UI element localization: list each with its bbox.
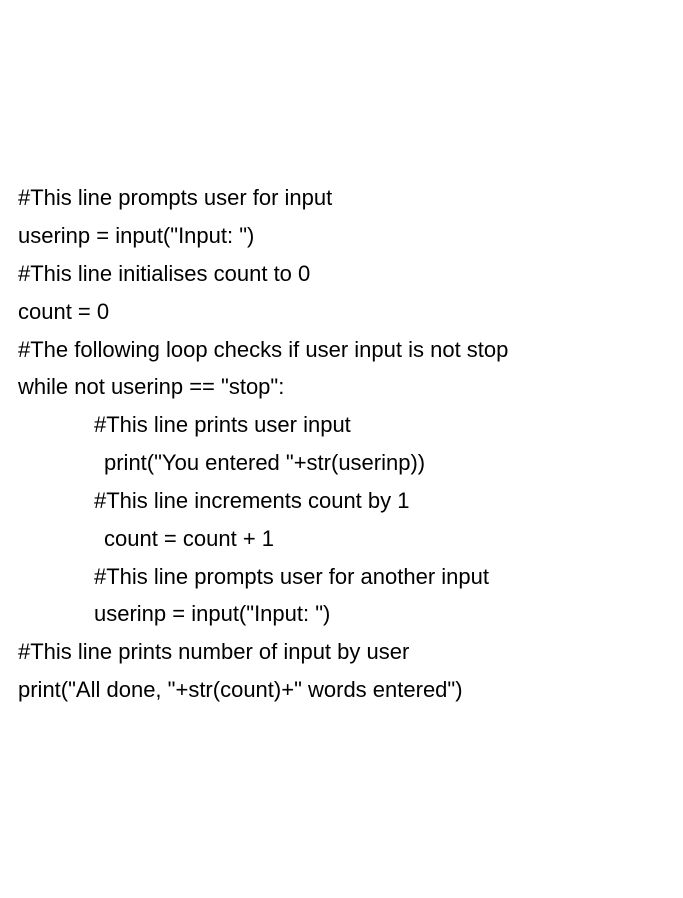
code-line: while not userinp == "stop":	[18, 368, 665, 406]
code-line: #This line increments count by 1	[18, 482, 665, 520]
code-line: count = count + 1	[18, 520, 665, 558]
code-block: #This line prompts user for inputuserinp…	[18, 179, 665, 709]
code-line: #This line initialises count to 0	[18, 255, 665, 293]
code-line: #This line prompts user for another inpu…	[18, 558, 665, 596]
code-line: #This line prints user input	[18, 406, 665, 444]
code-line: #The following loop checks if user input…	[18, 331, 665, 369]
code-line: #This line prompts user for input	[18, 179, 665, 217]
code-line: print("You entered "+str(userinp))	[18, 444, 665, 482]
code-line: userinp = input("Input: ")	[18, 595, 665, 633]
code-line: print("All done, "+str(count)+" words en…	[18, 671, 665, 709]
code-line: userinp = input("Input: ")	[18, 217, 665, 255]
code-line: #This line prints number of input by use…	[18, 633, 665, 671]
code-line: count = 0	[18, 293, 665, 331]
